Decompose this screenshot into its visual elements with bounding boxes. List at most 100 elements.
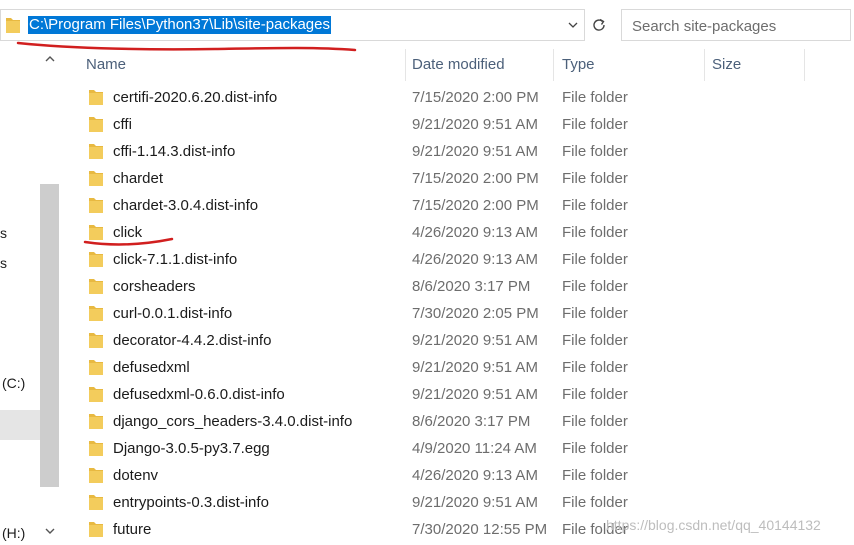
file-date-modified: 7/15/2020 2:00 PM — [412, 89, 539, 106]
search-input[interactable]: Search site-packages — [621, 9, 851, 41]
file-name[interactable]: defusedxml-0.6.0.dist-info — [113, 381, 285, 408]
nav-drive-h[interactable]: (H:) — [2, 525, 25, 541]
address-bar[interactable]: C:\Program Files\Python37\Lib\site-packa… — [0, 9, 585, 41]
folder-icon — [88, 250, 104, 268]
file-row[interactable]: django_cors_headers-3.4.0.dist-info 8/6/2… — [75, 408, 854, 435]
folder-icon — [88, 142, 104, 160]
file-row[interactable]: defusedxml-0.6.0.dist-info 9/21/2020 9:51… — [75, 381, 854, 408]
file-name[interactable]: cffi-1.14.3.dist-info — [113, 138, 235, 165]
file-name[interactable]: click — [113, 219, 142, 246]
file-name[interactable]: django_cors_headers-3.4.0.dist-info — [113, 408, 352, 435]
file-type: File folder — [562, 143, 628, 160]
file-name[interactable]: decorator-4.4.2.dist-info — [113, 327, 271, 354]
file-name[interactable]: entrypoints-0.3.dist-info — [113, 489, 269, 516]
file-name[interactable]: curl-0.0.1.dist-info — [113, 300, 232, 327]
nav-label[interactable]: s — [0, 255, 7, 271]
folder-icon — [88, 169, 104, 187]
column-header-name[interactable]: Name — [75, 49, 405, 81]
file-date-modified: 4/9/2020 11:24 AM — [412, 440, 537, 457]
file-type: File folder — [562, 224, 628, 241]
file-type: File folder — [562, 413, 628, 430]
file-type: File folder — [562, 170, 628, 187]
file-type: File folder — [562, 359, 628, 376]
folder-icon — [88, 466, 104, 484]
file-date-modified: 7/30/2020 12:55 PM — [412, 521, 548, 538]
file-row[interactable]: decorator-4.4.2.dist-info 9/21/2020 9:51 … — [75, 327, 854, 354]
file-type: File folder — [562, 440, 628, 457]
folder-icon — [88, 115, 104, 133]
file-row[interactable]: click-7.1.1.dist-info 4/26/2020 9:13 AM Fi… — [75, 246, 854, 273]
chevron-down-icon[interactable] — [562, 10, 584, 40]
folder-icon — [88, 277, 104, 295]
folder-icon — [88, 412, 104, 430]
folder-icon — [88, 520, 104, 538]
file-row[interactable]: entrypoints-0.3.dist-info 9/21/2020 9:51 … — [75, 489, 854, 516]
folder-icon — [88, 304, 104, 322]
file-row[interactable]: curl-0.0.1.dist-info 7/30/2020 2:05 PM Fil… — [75, 300, 854, 327]
folder-icon — [88, 385, 104, 403]
file-date-modified: 4/26/2020 9:13 AM — [412, 224, 538, 241]
file-date-modified: 9/21/2020 9:51 AM — [412, 332, 538, 349]
file-row[interactable]: certifi-2020.6.20.dist-info 7/15/2020 2:0… — [75, 84, 854, 111]
file-type: File folder — [562, 386, 628, 403]
address-path[interactable]: C:\Program Files\Python37\Lib\site-packa… — [28, 16, 331, 34]
file-date-modified: 7/15/2020 2:00 PM — [412, 170, 539, 187]
file-name[interactable]: cffi — [113, 111, 132, 138]
file-name[interactable]: click-7.1.1.dist-info — [113, 246, 237, 273]
file-type: File folder — [562, 251, 628, 268]
folder-icon — [88, 88, 104, 106]
file-row[interactable]: cffi-1.14.3.dist-info 9/21/2020 9:51 AM Fi… — [75, 138, 854, 165]
scrollbar-thumb[interactable] — [40, 184, 59, 487]
folder-icon — [88, 331, 104, 349]
column-header-date-modified[interactable]: Date modified — [401, 49, 551, 81]
file-date-modified: 9/21/2020 9:51 AM — [412, 494, 538, 511]
file-name[interactable]: chardet — [113, 165, 163, 192]
file-date-modified: 8/6/2020 3:17 PM — [412, 278, 531, 295]
refresh-icon — [593, 18, 605, 31]
column-header-type[interactable]: Type — [551, 49, 701, 81]
file-type: File folder — [562, 89, 628, 106]
file-date-modified: 9/21/2020 9:51 AM — [412, 116, 538, 133]
file-name[interactable]: certifi-2020.6.20.dist-info — [113, 84, 277, 111]
refresh-button[interactable] — [587, 9, 611, 41]
scroll-up-icon[interactable] — [40, 50, 59, 68]
nav-label[interactable]: s — [0, 225, 7, 241]
file-date-modified: 4/26/2020 9:13 AM — [412, 467, 538, 484]
file-type: File folder — [562, 494, 628, 511]
nav-drive-c[interactable]: (C:) — [2, 375, 25, 391]
scroll-down-icon[interactable] — [40, 522, 59, 540]
file-row[interactable]: chardet-3.0.4.dist-info 7/15/2020 2:00 PM… — [75, 192, 854, 219]
search-placeholder: Search site-packages — [632, 18, 777, 35]
file-date-modified: 8/6/2020 3:17 PM — [412, 413, 531, 430]
column-header-size[interactable]: Size — [701, 49, 801, 81]
file-name[interactable]: defusedxml — [113, 354, 190, 381]
file-date-modified: 4/26/2020 9:13 AM — [412, 251, 538, 268]
file-type: File folder — [562, 305, 628, 322]
file-type: File folder — [562, 116, 628, 133]
folder-icon — [88, 223, 104, 241]
column-header-row: Name Date modified Type Size — [75, 49, 854, 81]
file-name[interactable]: Django-3.0.5-py3.7.egg — [113, 435, 270, 462]
file-name[interactable]: chardet-3.0.4.dist-info — [113, 192, 258, 219]
watermark: https://blog.csdn.net/qq_40144132 — [606, 517, 821, 533]
file-row[interactable]: cffi 9/21/2020 9:51 AM File folder — [75, 111, 854, 138]
file-name[interactable]: future — [113, 516, 151, 543]
navigation-pane: s s (C:) (H:) — [0, 44, 60, 545]
file-type: File folder — [562, 467, 628, 484]
file-row[interactable]: defusedxml 9/21/2020 9:51 AM File folder — [75, 354, 854, 381]
file-type: File folder — [562, 332, 628, 349]
file-date-modified: 7/30/2020 2:05 PM — [412, 305, 539, 322]
folder-icon — [88, 196, 104, 214]
folder-icon — [88, 439, 104, 457]
nav-selected-highlight — [0, 410, 40, 440]
file-date-modified: 7/15/2020 2:00 PM — [412, 197, 539, 214]
file-row[interactable]: Django-3.0.5-py3.7.egg 4/9/2020 11:24 AM F… — [75, 435, 854, 462]
file-row[interactable]: dotenv 4/26/2020 9:13 AM File folder — [75, 462, 854, 489]
file-name[interactable]: dotenv — [113, 462, 158, 489]
file-name[interactable]: corsheaders — [113, 273, 196, 300]
folder-icon — [5, 16, 21, 34]
file-row[interactable]: click 4/26/2020 9:13 AM File folder — [75, 219, 854, 246]
file-row[interactable]: corsheaders 8/6/2020 3:17 PM File folder — [75, 273, 854, 300]
folder-icon — [88, 493, 104, 511]
file-row[interactable]: chardet 7/15/2020 2:00 PM File folder — [75, 165, 854, 192]
